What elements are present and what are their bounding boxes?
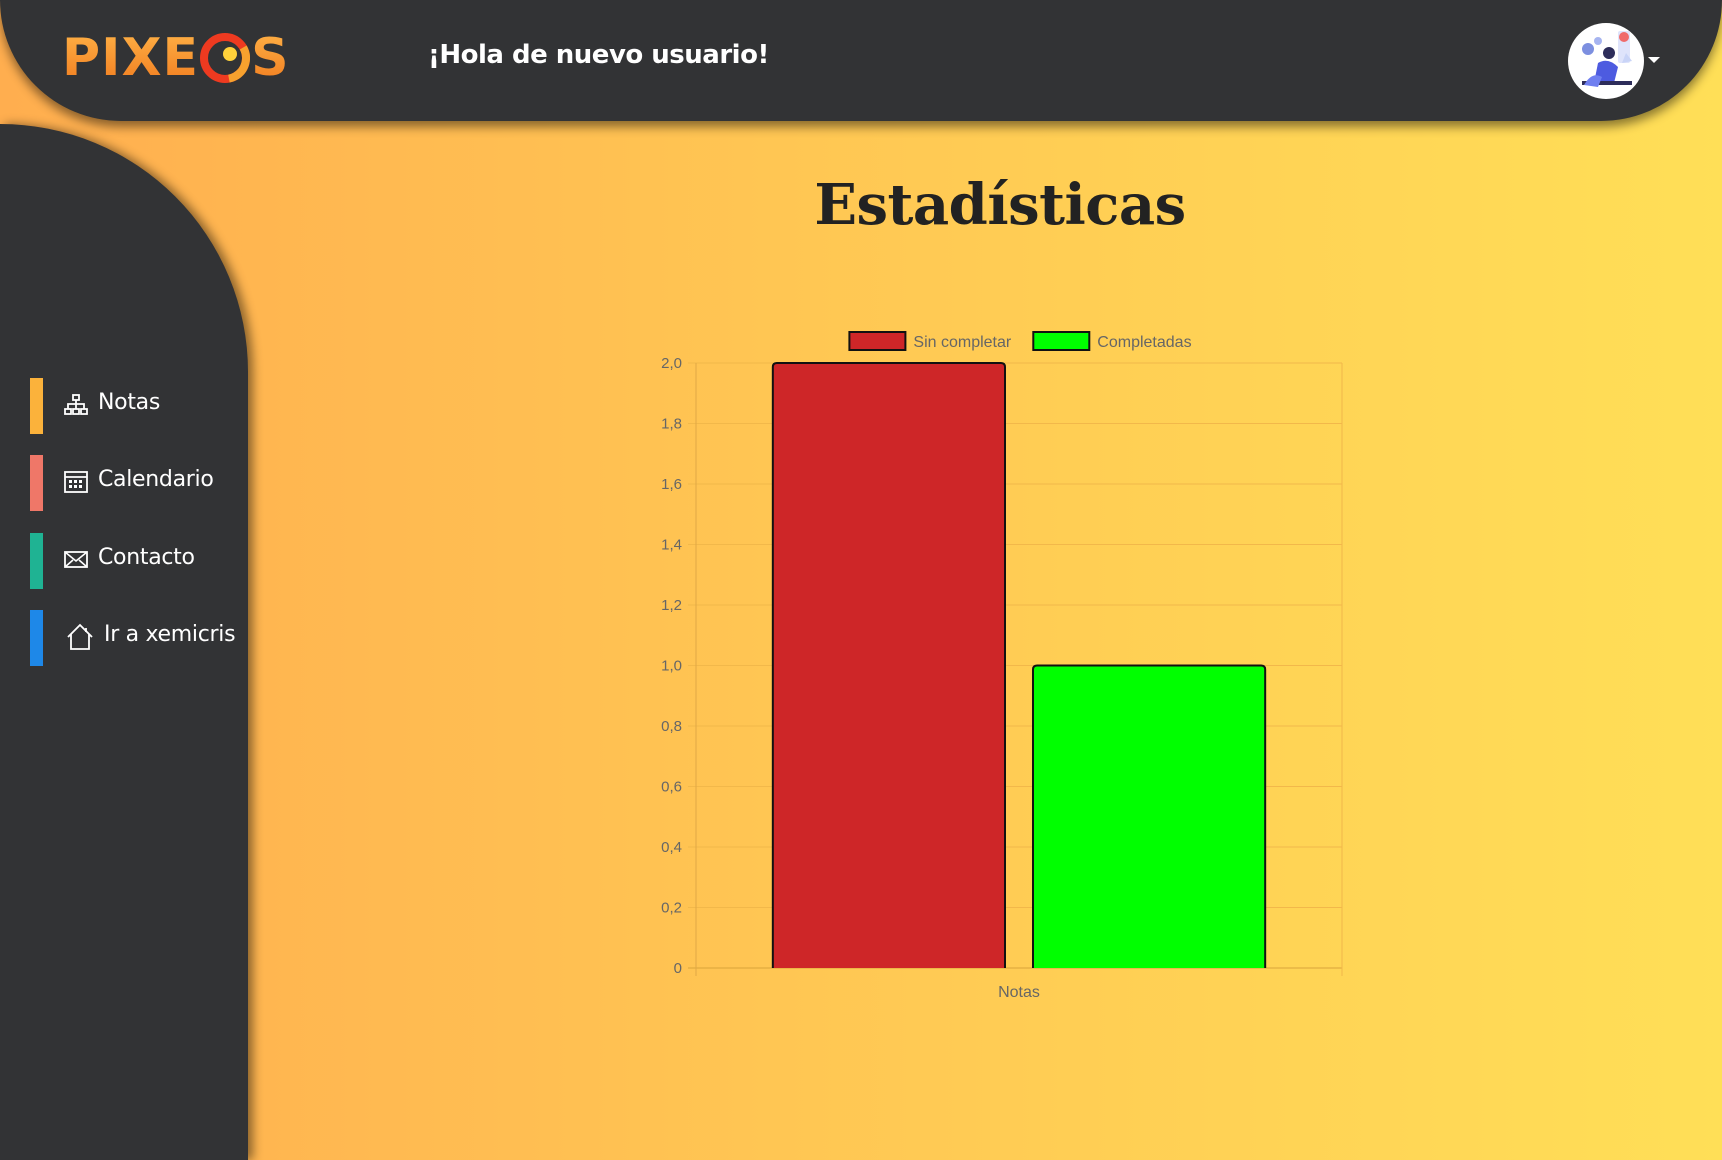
sidebar-item-label: Notas (98, 390, 160, 415)
user-menu-caret-icon[interactable] (1648, 57, 1660, 63)
home-icon (67, 623, 93, 650)
sidebar-item-label: Ir a xemicris (104, 622, 236, 647)
sidebar-item-accent (30, 533, 43, 589)
envelope-icon (64, 551, 88, 568)
legend-label: Sin completar (913, 334, 1011, 351)
logo-text-end: S (251, 28, 290, 88)
y-tick-label: 0 (674, 960, 682, 977)
sidebar-item-accent (30, 455, 43, 511)
y-tick-label: 1,6 (661, 476, 682, 493)
stats-bar-chart: 2,0 1,8 1,6 1,4 1,2 1,0 0,8 0,6 0,4 0,2 0 Notas Sin … (661, 331, 1343, 1001)
sidebar-item-label: Calendario (98, 467, 214, 492)
y-tick-label: 0,4 (661, 839, 682, 856)
y-tick-label: 0,6 (661, 779, 682, 796)
y-tick-label: 1,4 (661, 537, 682, 554)
bar-sin-completar (771, 362, 1006, 968)
sidebar-item-notas[interactable]: Notas (30, 378, 245, 434)
avatar-illustration-icon (1582, 31, 1632, 87)
sidebar-item-accent (30, 378, 43, 434)
legend-label: Completadas (1097, 334, 1191, 351)
sitemap-icon (64, 394, 88, 415)
y-tick-label: 0,8 (661, 718, 682, 735)
y-tick-label: 2,0 (661, 355, 682, 372)
sidebar-item-calendario[interactable]: Calendario (30, 455, 245, 511)
bar-completadas (1032, 664, 1267, 968)
y-tick-label: 1,0 (661, 658, 682, 675)
y-tick-label: 1,8 (661, 416, 682, 433)
greeting-text: ¡Hola de nuevo usuario! (428, 40, 769, 70)
sidebar-item-accent (30, 610, 43, 666)
legend-swatch (848, 331, 907, 351)
legend-swatch (1032, 331, 1091, 351)
calendar-icon (64, 471, 88, 493)
y-tick-label: 1,2 (661, 597, 682, 614)
sidebar-item-label: Contacto (98, 545, 195, 570)
logo-text-start: PIXE (62, 28, 200, 88)
logo-swirl-icon (200, 33, 251, 83)
top-navbar: PIXE S ¡Hola de nuevo usuario! (0, 0, 1722, 121)
sidebar-item-contacto[interactable]: Contacto (30, 533, 245, 589)
user-avatar[interactable] (1568, 23, 1644, 99)
x-tick-label: Notas (998, 984, 1040, 1001)
sidebar: Notas Calendario Contacto Ir a xemicris (0, 124, 248, 1160)
app-logo[interactable]: PIXE S (62, 28, 290, 88)
sidebar-item-xemicris[interactable]: Ir a xemicris (30, 610, 245, 666)
y-tick-label: 0,2 (661, 900, 682, 917)
